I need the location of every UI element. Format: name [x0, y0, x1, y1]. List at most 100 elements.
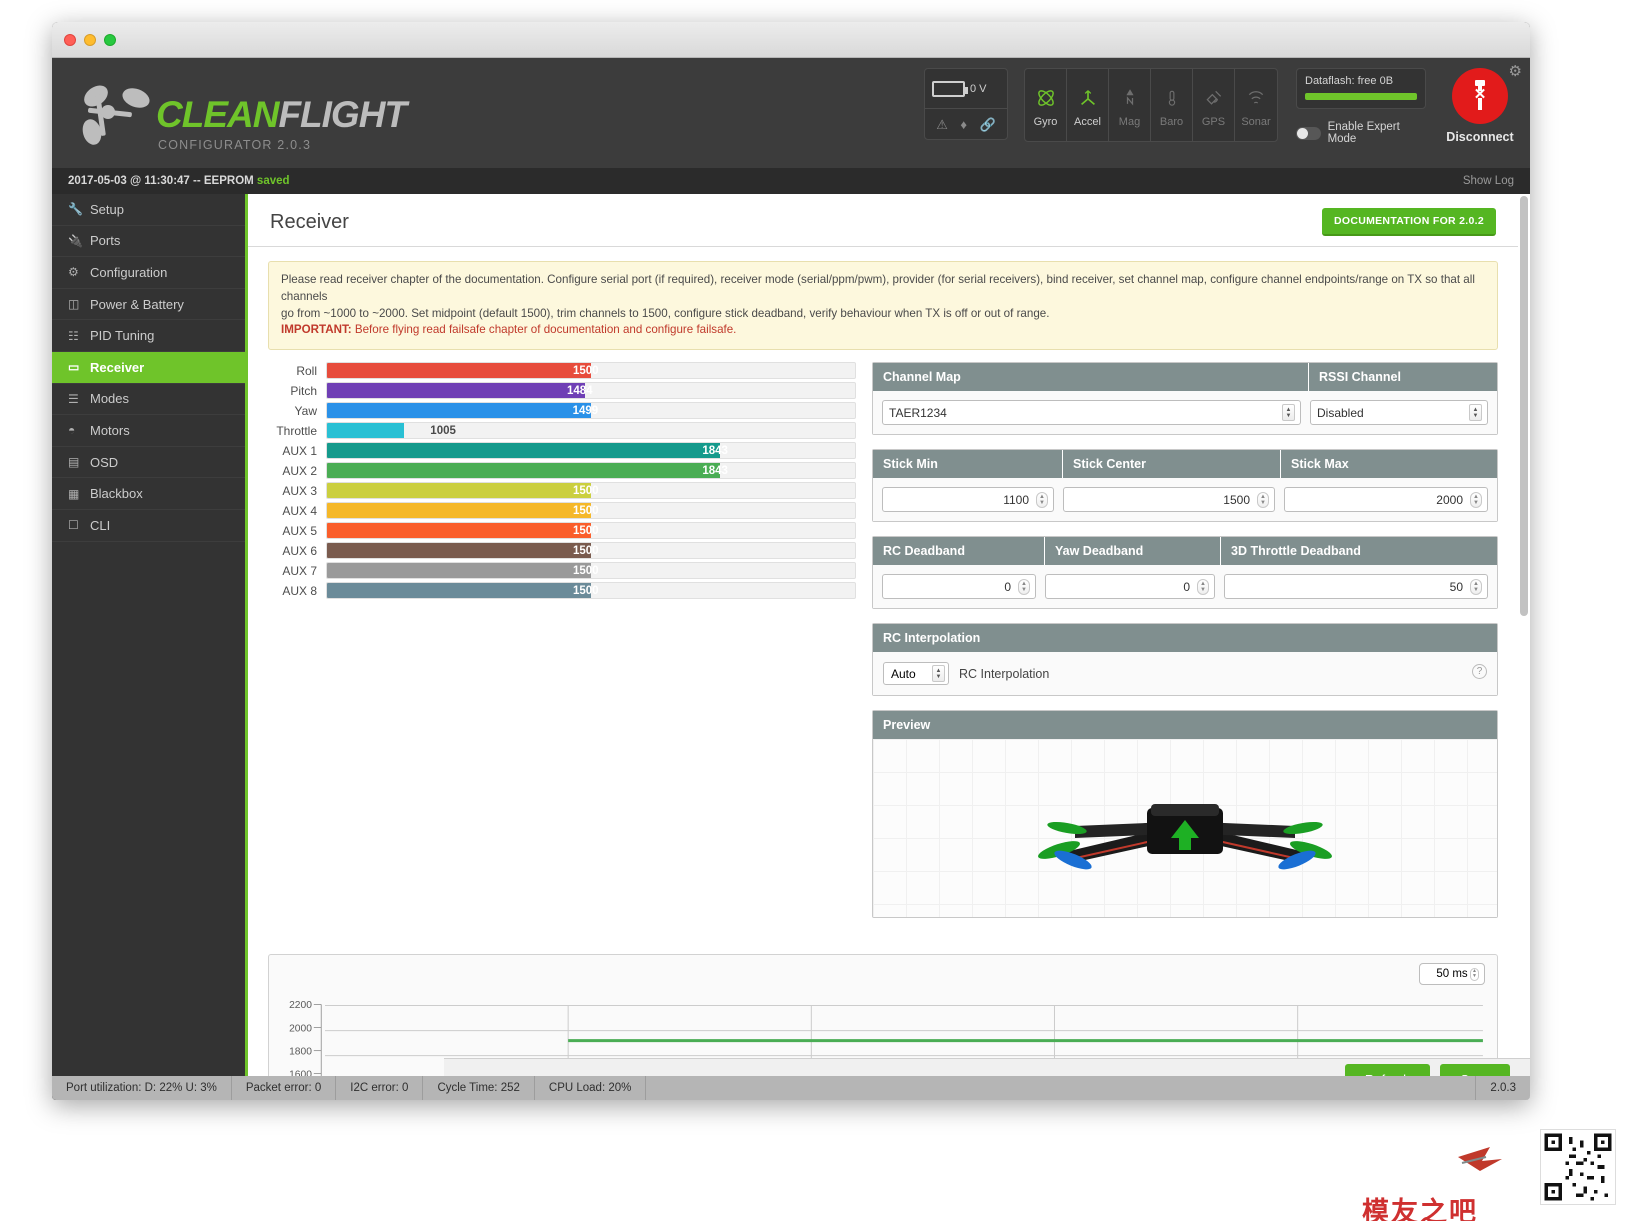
documentation-button[interactable]: DOCUMENTATION FOR 2.0.2 — [1321, 208, 1496, 236]
svg-text:✕: ✕ — [1474, 86, 1487, 103]
chevron-updown-icon[interactable]: ▲ ▼ — [1469, 404, 1482, 422]
channel-fill-aux3 — [327, 483, 591, 499]
sensor-status-group: Gyro Accel Mag Baro GPS Sonar — [1024, 68, 1278, 142]
desktop: CLEANFLIGHT CONFIGURATOR 2.0.3 0 V ⚠ ♦ 🔗 — [0, 0, 1630, 1221]
stick-center-field[interactable]: 1500 ▲ ▼ — [1063, 487, 1275, 513]
channel-track-aux6: 1500 — [326, 542, 856, 560]
channel-map-field[interactable]: TAER1234 ▲ ▼ — [882, 400, 1301, 426]
show-log-button[interactable]: Show Log — [1463, 175, 1514, 187]
chevron-updown-icon[interactable]: ▲ ▼ — [932, 665, 945, 683]
battery-icon: ◫ — [68, 297, 80, 312]
channel-track-aux5: 1500 — [326, 522, 856, 540]
help-icon[interactable]: ? — [1472, 664, 1487, 680]
stick-max-field[interactable]: 2000 ▲ ▼ — [1284, 487, 1488, 513]
sidebar-item-motors[interactable]: ◓ Motors — [52, 415, 245, 447]
expert-mode-toggle[interactable]: Enable Expert Mode — [1296, 121, 1426, 145]
status-spacer — [646, 1076, 1477, 1100]
sidebar-label-blackbox: Blackbox — [90, 486, 143, 502]
preview-3d-viewport[interactable] — [873, 739, 1497, 918]
expert-mode-switch[interactable] — [1296, 126, 1321, 140]
rc-interpolation-select[interactable]: Auto ▲ ▼ — [883, 662, 949, 686]
yaw-deadband-field[interactable]: 0 ▲ ▼ — [1045, 574, 1215, 600]
sidebar-label-cli: CLI — [90, 517, 111, 533]
cleanflight-logo-mark — [82, 85, 150, 145]
channel-name-aux8: AUX 8 — [282, 583, 317, 598]
channel-map-select[interactable]: TAER1234 — [882, 400, 1301, 426]
throttle-deadband-3d-input[interactable]: 50 — [1224, 574, 1488, 600]
port-utilization-status: Port utilization: D: 22% U: 3% — [52, 1076, 232, 1100]
sidebar-item-ports[interactable]: 🔌 Ports — [52, 226, 245, 258]
close-window-button[interactable] — [64, 33, 76, 46]
rssi-channel-header: RSSI Channel — [1309, 363, 1497, 392]
stepper-icon[interactable]: ▲ ▼ — [1036, 492, 1048, 509]
throttle-deadband-3d-field[interactable]: 50 ▲ ▼ — [1224, 574, 1488, 600]
version-status: 2.0.3 — [1490, 1082, 1516, 1094]
sidebar-item-setup[interactable]: 🔧 Setup — [52, 194, 245, 226]
settings-gear-icon[interactable]: ⚙ — [1509, 62, 1522, 80]
channel-track-throttle: 1005 — [326, 422, 856, 440]
rssi-channel-field[interactable]: Disabled ▲ ▼ — [1310, 400, 1488, 426]
receiver-icon: ▭ — [68, 360, 80, 375]
dataflash-section: Dataflash: free 0B Enable Expert Mode — [1296, 68, 1426, 145]
channel-fill-aux6 — [327, 543, 591, 559]
page-title: Receiver — [270, 210, 349, 233]
note-line-1: Please read receiver chapter of the docu… — [281, 273, 1475, 303]
zoom-window-button[interactable] — [104, 33, 116, 46]
throttle-deadband-3d-header: 3D Throttle Deadband — [1221, 537, 1497, 566]
sidebar-item-osd[interactable]: ▤ OSD — [52, 447, 245, 479]
sidebar-item-receiver[interactable]: ▭ Receiver — [52, 351, 245, 384]
sidebar-label-configuration: Configuration — [90, 264, 168, 280]
stick-min-input[interactable]: 1100 — [882, 487, 1054, 513]
sidebar-nav: 🔧 Setup 🔌 Ports ⚙ Configuration ◫ Power & Ba… — [52, 194, 248, 1100]
sidebar-item-configuration[interactable]: ⚙ Configuration — [52, 257, 245, 289]
channel-row-aux6: AUX 6 1500 — [268, 542, 856, 560]
stick-range-panel: Stick Min Stick Center Stick Max 1100 ▲ ▼ — [872, 449, 1498, 523]
chevron-updown-icon[interactable]: ▲ ▼ — [1282, 404, 1295, 422]
sidebar-label-power-battery: Power & Battery — [90, 296, 184, 312]
channel-name-throttle: Throttle — [276, 423, 317, 438]
header-right-cluster: 0 V ⚠ ♦ 🔗 Gyro Accel Mag Baro GPS Sonar … — [924, 68, 1520, 160]
refresh-rate-select[interactable]: 50 ms ▲ ▼ — [1419, 963, 1485, 986]
minimize-window-button[interactable] — [84, 33, 96, 46]
rssi-channel-select[interactable]: Disabled — [1310, 400, 1488, 426]
cleanflight-wordmark: CLEANFLIGHT — [156, 94, 407, 136]
stick-min-field[interactable]: 1100 ▲ ▼ — [882, 487, 1054, 513]
content-scrollbar[interactable] — [1520, 196, 1528, 956]
rc-interpolation-body: Auto ▲ ▼ RC Interpolation ? — [873, 652, 1497, 696]
yaw-deadband-input[interactable]: 0 — [1045, 574, 1215, 600]
channel-name-aux1: AUX 1 — [282, 443, 317, 458]
parachute-icon: ♦ — [960, 116, 968, 132]
stick-range-headers: Stick Min Stick Center Stick Max — [873, 450, 1497, 479]
sidebar-item-blackbox[interactable]: ▦ Blackbox — [52, 478, 245, 510]
channel-track-aux1: 1843 — [326, 442, 856, 460]
channel-row-pitch: Pitch 1484 — [268, 382, 856, 400]
stepper-icon[interactable]: ▲ ▼ — [1257, 492, 1269, 509]
stick-range-body: 1100 ▲ ▼ 1500 ▲ ▼ 2000 ▲ ▼ — [873, 478, 1497, 522]
sidebar-item-power-battery[interactable]: ◫ Power & Battery — [52, 289, 245, 321]
channel-track-pitch: 1484 — [326, 382, 856, 400]
sidebar-item-cli[interactable]: ☐ CLI — [52, 510, 245, 542]
stepper-icon[interactable]: ▲ ▼ — [1018, 579, 1030, 596]
stick-max-input[interactable]: 2000 — [1284, 487, 1488, 513]
rc-interpolation-value: Auto — [891, 666, 916, 681]
stick-min-header: Stick Min — [873, 450, 1063, 479]
sidebar-label-modes: Modes — [90, 391, 130, 407]
sensor-baro: Baro — [1151, 69, 1193, 141]
rc-deadband-field[interactable]: 0 ▲ ▼ — [882, 574, 1036, 600]
stepper-icon[interactable]: ▲ ▼ — [1470, 967, 1479, 981]
stepper-icon[interactable]: ▲ ▼ — [1470, 579, 1482, 596]
disconnect-button[interactable]: ✕ — [1452, 68, 1508, 124]
stepper-icon[interactable]: ▲ ▼ — [1470, 492, 1482, 509]
battery-status-box: 0 V ⚠ ♦ 🔗 — [924, 68, 1008, 140]
rc-deadband-input[interactable]: 0 — [882, 574, 1036, 600]
stick-center-input[interactable]: 1500 — [1063, 487, 1275, 513]
channel-name-aux6: AUX 6 — [282, 543, 317, 558]
sidebar-item-modes[interactable]: ☰ Modes — [52, 384, 245, 416]
watermark-text: 模友之吧 — [1362, 1197, 1478, 1221]
channel-track-yaw: 1499 — [326, 402, 856, 420]
sidebar-label-osd: OSD — [90, 454, 119, 470]
channel-track-aux3: 1500 — [326, 482, 856, 500]
sliders-icon: ☷ — [68, 328, 79, 343]
stepper-icon[interactable]: ▲ ▼ — [1197, 579, 1209, 596]
sidebar-item-pid-tuning[interactable]: ☷ PID Tuning — [52, 320, 245, 352]
